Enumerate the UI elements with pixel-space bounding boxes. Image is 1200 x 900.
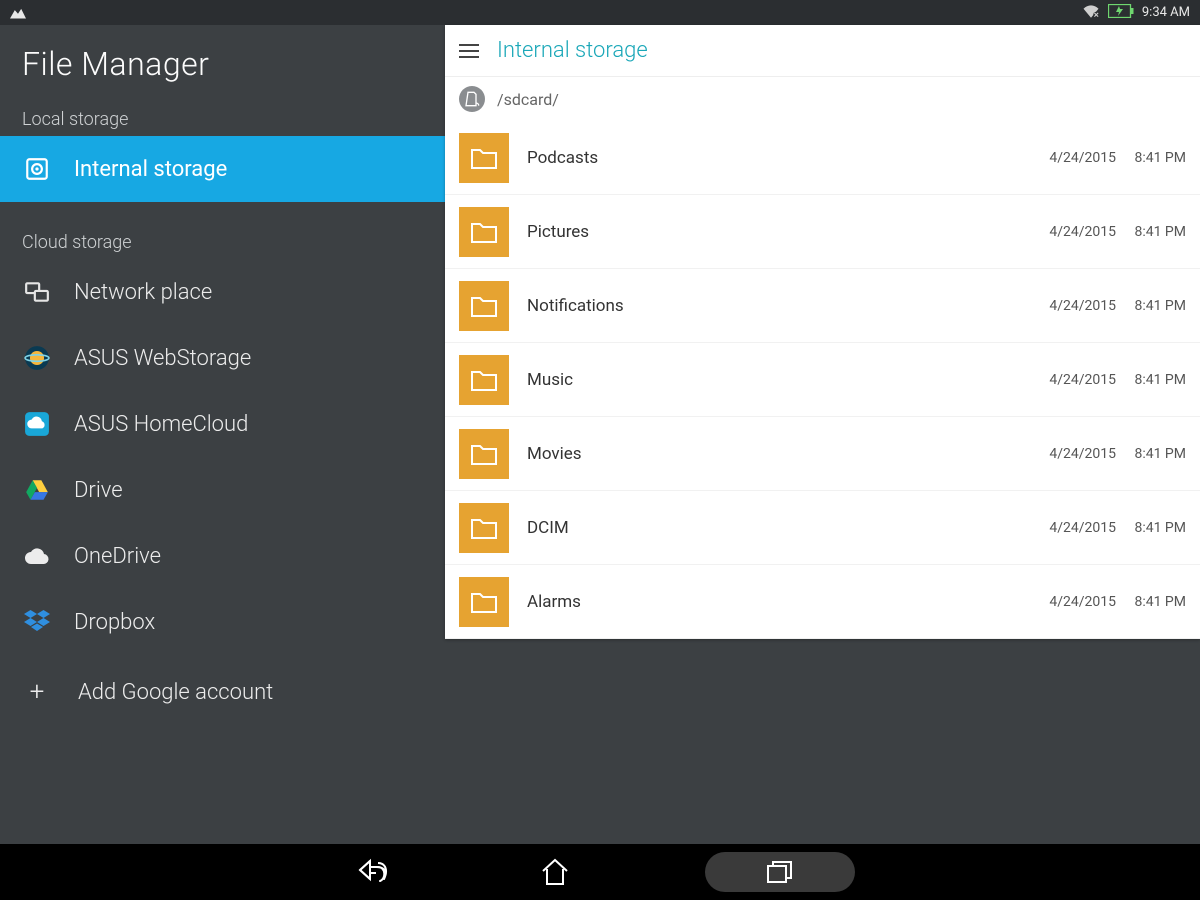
content-panel: Internal storage /sdcard/ Podcasts4/24/2… xyxy=(445,25,1200,639)
file-row[interactable]: DCIM4/24/20158:41 PM xyxy=(445,491,1200,565)
sidebar-item-network-place[interactable]: Network place xyxy=(0,259,445,325)
file-time: 8:41 PM xyxy=(1116,520,1186,536)
plus-icon: + xyxy=(22,679,52,705)
folder-icon xyxy=(459,577,509,627)
dropbox-icon xyxy=(22,607,52,637)
sdcard-icon xyxy=(459,86,485,112)
sidebar-section-cloud: Cloud storage xyxy=(0,224,445,259)
screenshot-indicator-icon xyxy=(10,7,26,19)
file-time: 8:41 PM xyxy=(1116,446,1186,462)
asus-homecloud-icon xyxy=(22,409,52,439)
file-time: 8:41 PM xyxy=(1116,150,1186,166)
app-title: File Manager xyxy=(0,25,445,101)
sidebar-item-internal-storage[interactable]: Internal storage xyxy=(0,136,445,202)
sidebar-item-label: ASUS HomeCloud xyxy=(74,412,248,437)
file-name: Alarms xyxy=(527,592,1030,612)
sidebar-add-google-account[interactable]: + Add Google account xyxy=(0,655,445,717)
sidebar-item-label: Network place xyxy=(74,280,212,305)
folder-icon xyxy=(459,429,509,479)
file-time: 8:41 PM xyxy=(1116,594,1186,610)
sidebar-item-label: Dropbox xyxy=(74,610,155,635)
file-date: 4/24/2015 xyxy=(1030,150,1116,166)
folder-icon xyxy=(459,503,509,553)
sidebar-item-onedrive[interactable]: OneDrive xyxy=(0,523,445,589)
file-time: 8:41 PM xyxy=(1116,224,1186,240)
sidebar: File Manager Local storage Internal stor… xyxy=(0,25,445,844)
file-row[interactable]: Alarms4/24/20158:41 PM xyxy=(445,565,1200,639)
internal-storage-icon xyxy=(22,154,52,184)
sidebar-item-label: Internal storage xyxy=(74,157,227,182)
nav-back-button[interactable] xyxy=(345,852,405,892)
sidebar-item-label: ASUS WebStorage xyxy=(74,346,251,371)
navigation-bar xyxy=(0,844,1200,900)
file-name: Pictures xyxy=(527,222,1030,242)
sidebar-item-dropbox[interactable]: Dropbox xyxy=(0,589,445,655)
network-place-icon xyxy=(22,277,52,307)
file-row[interactable]: Pictures4/24/20158:41 PM xyxy=(445,195,1200,269)
sidebar-item-asus-webstorage[interactable]: ASUS WebStorage xyxy=(0,325,445,391)
battery-charging-icon xyxy=(1108,4,1134,22)
folder-icon xyxy=(459,355,509,405)
path-text: /sdcard/ xyxy=(497,90,559,109)
sidebar-add-label: Add Google account xyxy=(78,680,273,705)
file-date: 4/24/2015 xyxy=(1030,372,1116,388)
file-date: 4/24/2015 xyxy=(1030,446,1116,462)
file-row[interactable]: Music4/24/20158:41 PM xyxy=(445,343,1200,417)
wifi-icon xyxy=(1082,4,1100,22)
file-name: Movies xyxy=(527,444,1030,464)
status-time: 9:34 AM xyxy=(1142,5,1190,20)
file-date: 4/24/2015 xyxy=(1030,520,1116,536)
file-name: Music xyxy=(527,370,1030,390)
sidebar-item-asus-homecloud[interactable]: ASUS HomeCloud xyxy=(0,391,445,457)
file-time: 8:41 PM xyxy=(1116,372,1186,388)
file-time: 8:41 PM xyxy=(1116,298,1186,314)
file-date: 4/24/2015 xyxy=(1030,224,1116,240)
sidebar-item-drive[interactable]: Drive xyxy=(0,457,445,523)
onedrive-icon xyxy=(22,541,52,571)
folder-icon xyxy=(459,207,509,257)
file-name: DCIM xyxy=(527,518,1030,538)
file-date: 4/24/2015 xyxy=(1030,594,1116,610)
folder-icon xyxy=(459,281,509,331)
panel-title: Internal storage xyxy=(497,38,648,63)
nav-recent-apps-button[interactable] xyxy=(705,852,855,892)
file-name: Notifications xyxy=(527,296,1030,316)
file-row[interactable]: Notifications4/24/20158:41 PM xyxy=(445,269,1200,343)
file-row[interactable]: Movies4/24/20158:41 PM xyxy=(445,417,1200,491)
hamburger-menu-icon[interactable] xyxy=(459,44,479,58)
path-bar[interactable]: /sdcard/ xyxy=(445,77,1200,121)
file-row[interactable]: Podcasts4/24/20158:41 PM xyxy=(445,121,1200,195)
google-drive-icon xyxy=(22,475,52,505)
sidebar-item-label: OneDrive xyxy=(74,544,161,569)
folder-icon xyxy=(459,133,509,183)
sidebar-item-label: Drive xyxy=(74,478,123,503)
nav-home-button[interactable] xyxy=(525,852,585,892)
sidebar-section-local: Local storage xyxy=(0,101,445,136)
asus-webstorage-icon xyxy=(22,343,52,373)
file-name: Podcasts xyxy=(527,148,1030,168)
status-bar: 9:34 AM xyxy=(0,0,1200,25)
file-date: 4/24/2015 xyxy=(1030,298,1116,314)
